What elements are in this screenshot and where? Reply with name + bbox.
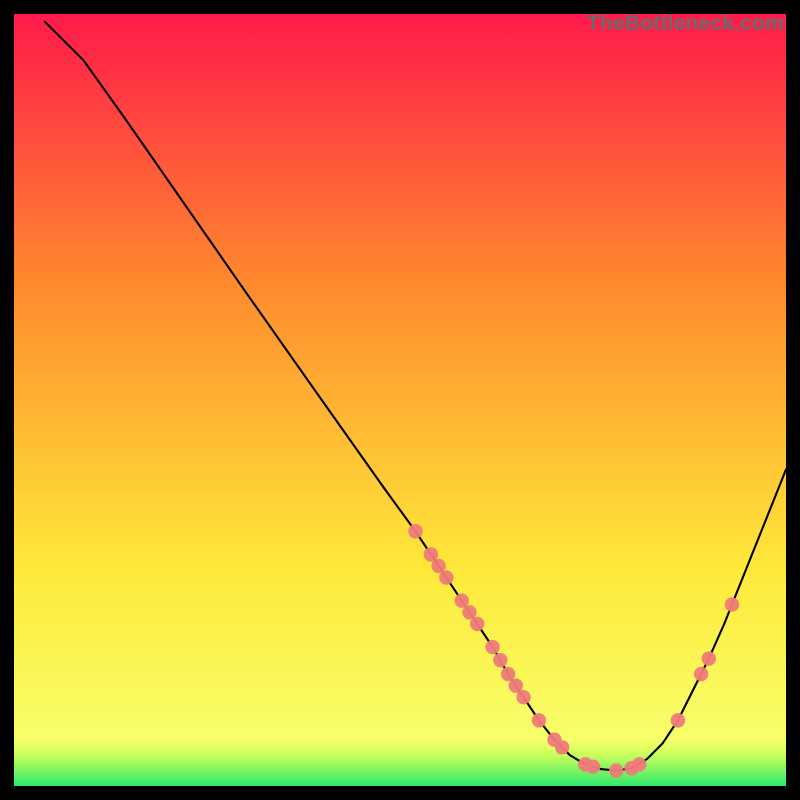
data-marker bbox=[439, 570, 453, 584]
data-marker bbox=[586, 760, 600, 774]
data-marker bbox=[516, 690, 530, 704]
data-marker bbox=[408, 524, 422, 538]
data-marker bbox=[702, 651, 716, 665]
gradient-background bbox=[14, 14, 786, 786]
data-marker bbox=[609, 763, 623, 777]
chart-frame: TheBottleneck.com bbox=[14, 14, 786, 786]
watermark-text: TheBottleneck.com bbox=[587, 12, 784, 36]
data-marker bbox=[555, 740, 569, 754]
data-marker bbox=[485, 640, 499, 654]
data-marker bbox=[493, 653, 507, 667]
data-marker bbox=[671, 713, 685, 727]
data-marker bbox=[725, 597, 739, 611]
data-marker bbox=[694, 667, 708, 681]
data-marker bbox=[470, 617, 484, 631]
data-marker bbox=[632, 757, 646, 771]
bottleneck-curve-chart bbox=[14, 14, 786, 786]
data-marker bbox=[532, 713, 546, 727]
